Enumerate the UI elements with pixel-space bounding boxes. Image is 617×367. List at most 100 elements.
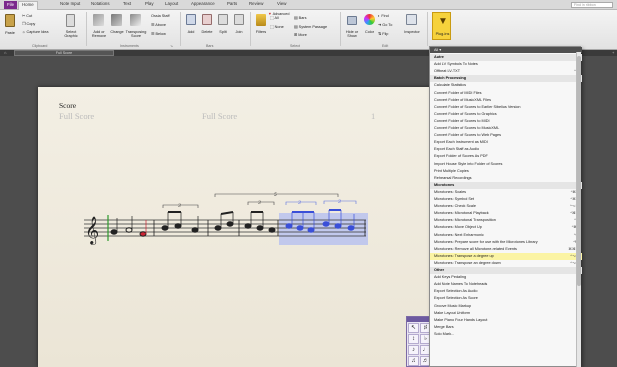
advanced-icon: ▼ <box>268 12 272 16</box>
instruments-dialog-launcher[interactable]: ↘ <box>170 44 173 48</box>
system-passage-icon: ▤ <box>294 25 298 29</box>
menu-item-label: Merge Bars <box>434 324 454 329</box>
copy-button[interactable]: ❐ Copy <box>22 22 35 26</box>
select-graphic-button[interactable]: Select Graphic <box>60 30 82 38</box>
find-button[interactable]: ◐ Find <box>378 14 389 18</box>
plug-icon: ▼ <box>438 16 448 27</box>
system-passage-button[interactable]: ▤ System Passage <box>294 25 327 29</box>
select-all-button[interactable]: ⬚ All <box>270 16 279 20</box>
plug-ins-button[interactable]: ▼ Plug-ins <box>432 12 451 40</box>
menu-item[interactable]: Calculate Statistics <box>430 82 582 89</box>
tab-note-input[interactable]: Note Input <box>60 1 80 6</box>
menu-item[interactable]: Make Layout Uniform <box>430 310 582 317</box>
menu-item[interactable]: Microtones: Microtonal Playback ^⌘K <box>430 210 582 217</box>
menu-item[interactable]: Microtones: Transpose a degree up ^⌥↑ <box>430 252 582 260</box>
select-more-button[interactable]: ⊞ More <box>294 33 307 37</box>
find-in-ribbon-input[interactable]: Find in ribbon <box>571 2 613 8</box>
filters-button[interactable]: Filters <box>253 30 269 34</box>
menu-item[interactable]: Add Keys Pedaling <box>430 274 582 281</box>
tab-notations[interactable]: Notations <box>91 1 110 6</box>
menu-item[interactable]: Microtones: Symbol Set ^⌘F <box>430 196 582 203</box>
menu-item[interactable]: Microtones: Remove all Microtone-related… <box>430 246 582 253</box>
tab-file[interactable]: File <box>4 1 18 9</box>
advanced-label: Advanced <box>272 12 290 16</box>
menu-item[interactable]: Groove Music Markup <box>430 303 582 310</box>
menu-item[interactable]: Convert Folder of Scores to MIDI <box>430 118 582 125</box>
go-to-button[interactable]: ➜ Go To <box>378 23 392 27</box>
select-none-button[interactable]: ⬚ None <box>270 25 284 29</box>
keypad-key[interactable]: ↖ <box>408 323 419 333</box>
delete-bar-button[interactable]: Delete <box>198 30 216 34</box>
menu-item-label: Microtones: Check Scale <box>434 204 476 209</box>
tab-home[interactable]: Home <box>18 1 38 10</box>
menu-item[interactable]: Offbeat LV-TXT^F <box>430 68 582 75</box>
menu-item[interactable]: Rehearsal Recordings <box>430 175 582 182</box>
menu-item-label: Groove Music Markup <box>434 303 472 308</box>
tab-review[interactable]: Review <box>249 1 263 6</box>
cut-button[interactable]: ✂ Cut <box>22 14 32 18</box>
join-bar-button[interactable]: Join <box>232 30 246 34</box>
staff-system[interactable]: 𝄞 335 3 3 <box>38 87 434 367</box>
flip-button[interactable]: ⇅ Flip <box>378 32 388 36</box>
menu-item[interactable]: Microtones: Move Object Up ^⌘I <box>430 224 582 231</box>
paste-button[interactable]: Paste <box>2 31 18 35</box>
menu-scrollbar-thumb[interactable] <box>577 56 581 286</box>
tab-appearance[interactable]: Appearance <box>191 1 215 6</box>
menu-item[interactable]: Solo Mark... <box>430 331 582 338</box>
menu-item[interactable]: Make Piano Four Hands Layout <box>430 317 582 324</box>
menu-item[interactable]: Microtones: Microtonal Transposition^T <box>430 217 582 224</box>
menu-item-label: Microtones <box>434 182 455 187</box>
menu-item[interactable]: Export Each Staff as Audio <box>430 146 582 153</box>
menu-item[interactable]: Convert Folder of Scores to Web Pages <box>430 132 582 139</box>
copy-label: Copy <box>26 22 36 26</box>
menu-item[interactable]: Microtones: Check Scale ^⌥T <box>430 203 582 210</box>
menu-item[interactable]: Microtones: Scales ^⌘L <box>430 189 582 196</box>
menu-item[interactable]: Add Note Names To Noteheads <box>430 281 582 288</box>
menu-item[interactable]: Export Each Instrument as MIDI <box>430 139 582 146</box>
menu-item[interactable]: Microtones: Next Enharmonic^E <box>430 232 582 239</box>
menu-item[interactable]: Microtones: Prepare score for use with t… <box>430 239 582 246</box>
menu-item[interactable]: Export Folder of Scores As PDF <box>430 153 582 160</box>
transposing-score-button[interactable]: Transposing Score <box>123 30 149 38</box>
menu-item-label: Convert Folder of Scores to Earlier Sibe… <box>434 104 521 109</box>
select-bars-button[interactable]: ▤ Bars <box>294 16 306 20</box>
add-bar-button[interactable]: Add <box>184 30 198 34</box>
tab-layout[interactable]: Layout <box>165 1 178 6</box>
ossia-above-button[interactable]: ☰ Above <box>151 23 166 27</box>
menu-item[interactable]: Convert Folder of Scores to Earlier Sibe… <box>430 104 582 111</box>
keypad-key[interactable]: ↕ <box>408 334 419 344</box>
menu-item-label: Other <box>434 268 445 272</box>
menu-item[interactable]: Convert Folder of Scores to MusicXML <box>430 125 582 132</box>
keypad-key[interactable]: ♪ <box>408 345 419 355</box>
menu-item[interactable]: Convert Folder of Scores to Graphics <box>430 111 582 118</box>
split-bar-button[interactable]: Split <box>216 30 230 34</box>
menu-item-label: Microtones: Scales <box>434 189 467 194</box>
tab-text[interactable]: Text <box>123 1 131 6</box>
menu-item[interactable]: Export Selection As Score <box>430 295 582 302</box>
menu-item[interactable]: Print Multiple Copies <box>430 168 582 175</box>
menu-scrollbar[interactable] <box>576 52 581 367</box>
menu-item[interactable]: Convert Folder of MIDI Files <box>430 90 582 97</box>
inspector-icon <box>406 14 417 25</box>
join-bar-icon <box>234 14 244 25</box>
menu-item[interactable]: Add LV Symbols To Notes <box>430 61 582 68</box>
menu-item[interactable]: Export Selection As Audio <box>430 288 582 295</box>
tab-play[interactable]: Play <box>145 1 154 6</box>
tab-parts[interactable]: Parts <box>227 1 237 6</box>
tab-view[interactable]: View <box>277 1 286 6</box>
home-icon[interactable]: ⌂ <box>4 50 6 55</box>
menu-item[interactable]: Merge Bars <box>430 324 582 331</box>
color-button[interactable]: Color <box>362 30 377 34</box>
inspector-button[interactable]: Inspector <box>401 30 423 34</box>
ribbon-separator <box>86 12 87 46</box>
menu-item[interactable]: Convert Folder of MusicXML Files <box>430 97 582 104</box>
menu-item[interactable]: Microtones: Transpose an degree down ^⌥↓ <box>430 260 582 267</box>
add-tab-icon[interactable]: + <box>612 50 614 55</box>
menu-item[interactable]: Import House Style into Folder of Scores <box>430 161 582 168</box>
keypad-key[interactable]: ♫ <box>408 356 419 366</box>
select-advanced-button[interactable]: ▼ Advanced <box>268 12 290 16</box>
ossia-below-button[interactable]: ☰ Below <box>151 32 166 36</box>
capture-idea-button[interactable]: ☼ Capture Idea <box>22 30 49 34</box>
hide-show-button[interactable]: Hide or Show <box>342 30 362 38</box>
ribbon: Paste ✂ Cut ❐ Copy ☼ Capture Idea Select… <box>0 10 617 50</box>
